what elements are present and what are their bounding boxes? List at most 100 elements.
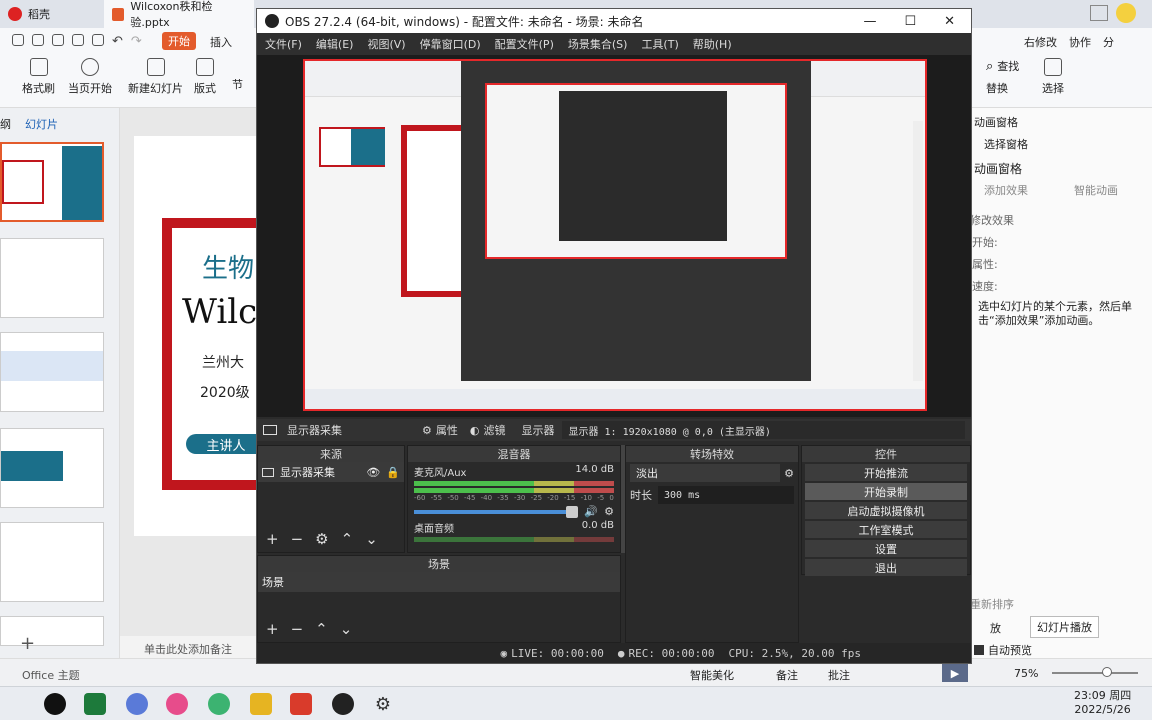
menu-scene-collection[interactable]: 场景集合(S) (568, 36, 628, 52)
duration-input[interactable]: 300 ms (658, 486, 794, 504)
menu-docks[interactable]: 停靠窗口(D) (420, 36, 481, 52)
collab-button[interactable]: 协作 (1069, 34, 1091, 50)
avatar[interactable] (1116, 3, 1136, 23)
insert-tab[interactable]: 插入 (210, 34, 232, 50)
start-recording-button[interactable]: 开始录制 (805, 483, 967, 500)
tab-slides[interactable]: 幻灯片 (25, 116, 58, 132)
docer-icon (8, 7, 22, 21)
maximize-icon[interactable]: ☐ (904, 14, 916, 29)
minimize-icon[interactable]: — (863, 14, 876, 29)
menu-edit[interactable]: 编辑(E) (316, 36, 354, 52)
select-button[interactable]: 选择 (1042, 58, 1064, 96)
undo-icon[interactable]: ↶ (112, 34, 123, 49)
mic-settings-icon[interactable]: ⚙ (604, 505, 614, 518)
add-source-icon[interactable]: + (266, 530, 279, 548)
save-icon[interactable] (32, 34, 44, 46)
new-slide-button[interactable]: 新建幻灯片 (128, 58, 183, 96)
notes-button[interactable]: 备注 (776, 667, 798, 683)
browser-icon[interactable] (166, 693, 188, 715)
format-brush-button[interactable]: 格式刷 (22, 58, 55, 96)
menu-profile[interactable]: 配置文件(P) (495, 36, 554, 52)
print-icon[interactable] (72, 34, 84, 46)
slide-grade: 2020级 (200, 385, 250, 401)
tab-pptx[interactable]: Wilcoxon秩和检验.pptx (104, 0, 254, 29)
source-item[interactable]: 显示器采集 👁 🔒 (258, 462, 404, 482)
remove-scene-icon[interactable]: − (291, 620, 304, 638)
properties-button[interactable]: ⚙ 属性 (422, 422, 458, 438)
mic-volume-slider[interactable] (414, 505, 579, 518)
studio-mode-button[interactable]: 工作室模式 (805, 521, 967, 538)
wps-icon[interactable] (290, 693, 312, 715)
menu-view[interactable]: 视图(V) (367, 36, 405, 52)
autopreview-checkbox[interactable]: 自动预览 (974, 642, 1032, 658)
modify-button[interactable]: 右修改 (1024, 34, 1057, 50)
slide-thumb-5[interactable] (0, 522, 104, 602)
slideshow-play-icon[interactable]: ▶ (942, 664, 968, 682)
add-scene-icon[interactable]: + (266, 620, 279, 638)
menu-help[interactable]: 帮助(H) (693, 36, 732, 52)
scene-up-icon[interactable]: ⌃ (315, 620, 328, 638)
section-button[interactable]: 节 (232, 76, 243, 92)
settings-icon[interactable]: ⚙ (372, 693, 394, 715)
r-icon[interactable] (126, 693, 148, 715)
qq-icon[interactable] (44, 693, 66, 715)
lock-icon[interactable]: 🔒 (386, 466, 400, 479)
settings-button[interactable]: 设置 (805, 540, 967, 557)
scene-down-icon[interactable]: ⌄ (340, 620, 353, 638)
start-streaming-button[interactable]: 开始推流 (805, 464, 967, 481)
preview-capture[interactable] (303, 59, 927, 411)
share-button[interactable]: 分 (1103, 34, 1114, 50)
slide-thumb-3[interactable] (0, 332, 104, 412)
export-icon[interactable] (52, 34, 64, 46)
replace-button[interactable]: 替换 (986, 80, 1008, 96)
slide-thumb-1[interactable] (0, 142, 104, 222)
obs-preview[interactable] (257, 55, 971, 417)
find-button[interactable]: ⌕ 查找 (986, 58, 1019, 74)
virtual-camera-button[interactable]: 启动虚拟摄像机 (805, 502, 967, 519)
slide-thumb-4[interactable] (0, 428, 104, 508)
close-icon[interactable]: ✕ (944, 14, 955, 29)
excel-icon[interactable] (84, 693, 106, 715)
tab-outline[interactable]: 纲 (0, 116, 11, 132)
remove-source-icon[interactable]: − (291, 530, 304, 548)
move-up-icon[interactable]: ⌃ (341, 530, 354, 548)
transition-settings-icon[interactable]: ⚙ (784, 467, 794, 480)
select-pane-link[interactable]: 选择窗格 (984, 136, 1028, 152)
source-settings-icon[interactable]: ⚙ (315, 530, 328, 548)
folder-icon[interactable] (250, 693, 272, 715)
notes-placeholder[interactable]: 单击此处添加备注 (144, 641, 232, 657)
smart-beautify-button[interactable]: 智能美化 (690, 667, 734, 683)
menu-tools[interactable]: 工具(T) (641, 36, 678, 52)
slideshow-button[interactable]: 幻灯片播放 (1030, 616, 1099, 638)
zoom-level[interactable]: 75% (1014, 667, 1038, 680)
play-current-button[interactable]: 当页开始 (68, 58, 112, 96)
zoom-slider[interactable] (1052, 667, 1138, 677)
speaker-icon[interactable]: 🔊 (584, 505, 598, 518)
transition-select[interactable]: 淡出 (630, 464, 781, 482)
wechat-icon[interactable] (208, 693, 230, 715)
filters-button[interactable]: ◐ 滤镜 (470, 422, 506, 438)
obs-titlebar[interactable]: OBS 27.2.4 (64-bit, windows) - 配置文件: 未命名… (257, 9, 971, 33)
move-down-icon[interactable]: ⌄ (365, 530, 378, 548)
display-select[interactable]: 显示器 1: 1920x1080 @ 0,0 (主显示器) (562, 421, 965, 439)
tab-docer[interactable]: 稻壳 (0, 0, 100, 28)
eye-icon[interactable]: 👁 (366, 466, 380, 479)
window-mode-icon[interactable] (1090, 5, 1108, 21)
slide-thumb-2[interactable] (0, 238, 104, 318)
scene-item[interactable]: 场景 (258, 572, 620, 592)
add-effect-button[interactable]: 添加效果 (984, 182, 1028, 198)
obs-taskbar-icon[interactable] (332, 693, 354, 715)
smart-anim-button[interactable]: 智能动画 (1074, 182, 1118, 198)
menu-icon[interactable] (12, 34, 24, 46)
play-button[interactable]: 放 (990, 620, 1001, 636)
layout-button[interactable]: 版式 (194, 58, 216, 96)
start-tab[interactable]: 开始 (162, 32, 196, 50)
add-slide-icon[interactable]: + (20, 633, 35, 654)
redo-icon[interactable]: ↷ (131, 34, 142, 49)
menu-file[interactable]: 文件(F) (265, 36, 302, 52)
exit-button[interactable]: 退出 (805, 559, 967, 576)
comments-button[interactable]: 批注 (828, 667, 850, 683)
taskbar-clock[interactable]: 23:09 周四 2022/5/26 (1074, 689, 1131, 717)
preview-icon[interactable] (92, 34, 104, 46)
slide-thumb-6[interactable] (0, 616, 104, 646)
